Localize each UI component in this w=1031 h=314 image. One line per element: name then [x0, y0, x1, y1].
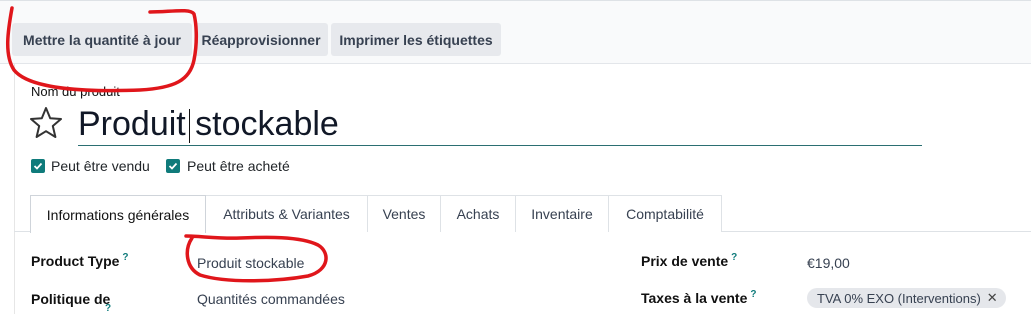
- sale-taxes-label: Taxes à la vente?: [641, 289, 756, 306]
- product-type-select[interactable]: Produit stockable: [197, 255, 304, 271]
- control-panel: Mettre la quantité à jour Réapprovisionn…: [0, 0, 1031, 64]
- product-name-label: Nom du produit: [31, 84, 120, 99]
- can-be-sold-label: Peut être vendu: [51, 158, 150, 174]
- product-type-label-text: Product Type: [31, 253, 120, 269]
- help-icon[interactable]: ?: [731, 252, 737, 263]
- help-icon[interactable]: ?: [122, 252, 128, 263]
- sale-tax-tag: TVA 0% EXO (Interventions) ✕: [807, 288, 1006, 308]
- print-labels-button[interactable]: Imprimer les étiquettes: [331, 23, 501, 56]
- product-name-input[interactable]: Produit stockable: [78, 102, 922, 146]
- sale-price-input[interactable]: €19,00: [807, 255, 850, 271]
- can-be-sold-checkbox[interactable]: [31, 159, 45, 173]
- tab-accounting[interactable]: Comptabilité: [608, 195, 722, 232]
- invoice-policy-select[interactable]: Quantités commandées: [197, 291, 345, 307]
- update-quantity-button[interactable]: Mettre la quantité à jour: [12, 23, 192, 56]
- replenish-button[interactable]: Réapprovisionner: [194, 23, 328, 56]
- invoice-policy-label-text: Politique de: [31, 291, 111, 307]
- sale-price-label: Prix de vente?: [641, 252, 737, 269]
- text-caret: [189, 109, 190, 143]
- sale-taxes-label-text: Taxes à la vente: [641, 290, 748, 306]
- invoice-policy-label: Politique de: [31, 291, 110, 307]
- check-icon: [168, 162, 178, 170]
- help-icon[interactable]: ?: [750, 289, 756, 300]
- check-icon: [33, 162, 43, 170]
- tab-attributes-variants[interactable]: Attributs & Variantes: [205, 195, 368, 232]
- remove-tag-icon[interactable]: ✕: [987, 290, 998, 306]
- can-be-purchased-label: Peut être acheté: [187, 158, 290, 174]
- tab-general-information[interactable]: Informations générales: [30, 195, 206, 233]
- sale-price-label-text: Prix de vente: [641, 253, 729, 269]
- can-be-purchased-checkbox[interactable]: [166, 159, 180, 173]
- help-icon[interactable]: ?: [105, 303, 111, 314]
- tab-sales[interactable]: Ventes: [367, 195, 441, 232]
- favorite-star-icon[interactable]: [28, 105, 64, 141]
- sale-tax-tag-label: TVA 0% EXO (Interventions): [817, 290, 981, 306]
- tab-purchase[interactable]: Achats: [440, 195, 516, 232]
- tab-inventory[interactable]: Inventaire: [515, 195, 609, 232]
- help-icon-invoice-policy[interactable]: ?: [102, 303, 111, 314]
- product-type-label: Product Type?: [31, 252, 129, 269]
